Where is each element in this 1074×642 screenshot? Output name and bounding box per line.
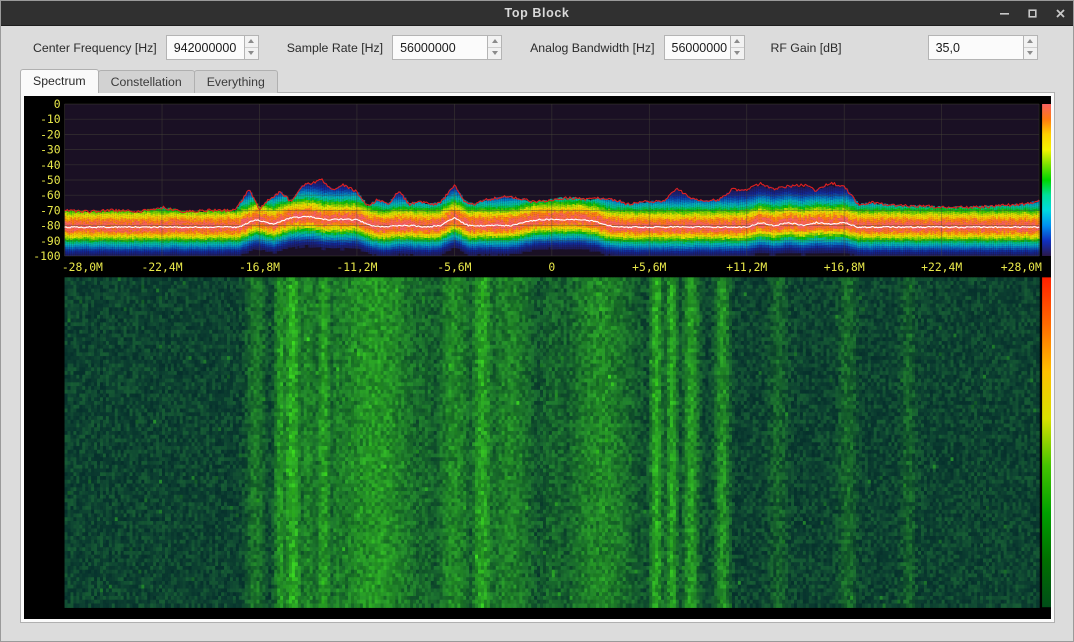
analog-bandwidth-spinbox[interactable]: 56000000: [664, 35, 745, 60]
analog-bandwidth-label: Analog Bandwidth [Hz]: [530, 41, 654, 55]
rf-gain-label: RF Gain [dB]: [771, 41, 842, 55]
sample-rate-spinbox[interactable]: 56000000: [392, 35, 502, 60]
tab-spectrum[interactable]: Spectrum: [20, 69, 99, 93]
application-window: Top Block Center Frequency [Hz] 94200000…: [0, 0, 1074, 642]
spectrum-svg[interactable]: 0-10-20-30-40-50-60-70-80-90-100-28,0M-2…: [24, 96, 1051, 275]
center-frequency-label: Center Frequency [Hz]: [33, 41, 157, 55]
center-frequency-step-up[interactable]: [245, 36, 258, 48]
sample-rate-step-up[interactable]: [488, 36, 501, 48]
analog-bandwidth-input[interactable]: 56000000: [664, 35, 730, 60]
control-sample-rate: Sample Rate [Hz] 56000000: [287, 35, 502, 60]
waterfall-display[interactable]: [24, 275, 1051, 619]
sample-rate-label: Sample Rate [Hz]: [287, 41, 383, 55]
analog-bandwidth-step-down[interactable]: [731, 48, 744, 60]
rf-gain-spinbox[interactable]: 35,0: [928, 35, 1038, 60]
close-icon[interactable]: [1053, 5, 1067, 23]
center-frequency-spinbox[interactable]: 942000000: [166, 35, 259, 60]
tab-constellation[interactable]: Constellation: [98, 70, 195, 93]
parameter-toolbar: Center Frequency [Hz] 942000000 Sample R…: [1, 26, 1073, 69]
center-frequency-stepper[interactable]: [244, 35, 259, 60]
sample-rate-input[interactable]: 56000000: [392, 35, 487, 60]
sample-rate-step-down[interactable]: [488, 48, 501, 60]
rf-gain-step-up[interactable]: [1024, 36, 1037, 48]
minimize-icon[interactable]: [997, 5, 1011, 23]
center-frequency-step-down[interactable]: [245, 48, 258, 60]
waterfall-svg[interactable]: [24, 275, 1051, 619]
control-analog-bandwidth: Analog Bandwidth [Hz] 56000000: [530, 35, 744, 60]
tab-container: Spectrum Constellation Everything 0-10-2…: [1, 69, 1073, 641]
control-rf-gain: RF Gain [dB] 35,0: [771, 35, 1038, 60]
tab-panel-spectrum: 0-10-20-30-40-50-60-70-80-90-100-28,0M-2…: [20, 92, 1055, 623]
tab-everything[interactable]: Everything: [194, 70, 278, 93]
analog-bandwidth-stepper[interactable]: [730, 35, 745, 60]
control-center-frequency: Center Frequency [Hz] 942000000: [33, 35, 259, 60]
rf-gain-input[interactable]: 35,0: [928, 35, 1023, 60]
plot-canvas: 0-10-20-30-40-50-60-70-80-90-100-28,0M-2…: [24, 96, 1051, 619]
rf-gain-step-down[interactable]: [1024, 48, 1037, 60]
center-frequency-input[interactable]: 942000000: [166, 35, 244, 60]
sample-rate-stepper[interactable]: [487, 35, 502, 60]
maximize-icon[interactable]: [1025, 5, 1039, 23]
window-controls: [997, 1, 1067, 26]
rf-gain-stepper[interactable]: [1023, 35, 1038, 60]
analog-bandwidth-step-up[interactable]: [731, 36, 744, 48]
tab-bar: Spectrum Constellation Everything: [20, 69, 1055, 93]
title-bar: Top Block: [1, 1, 1073, 26]
spectrum-display[interactable]: 0-10-20-30-40-50-60-70-80-90-100-28,0M-2…: [24, 96, 1051, 275]
window-title: Top Block: [1, 6, 1073, 20]
